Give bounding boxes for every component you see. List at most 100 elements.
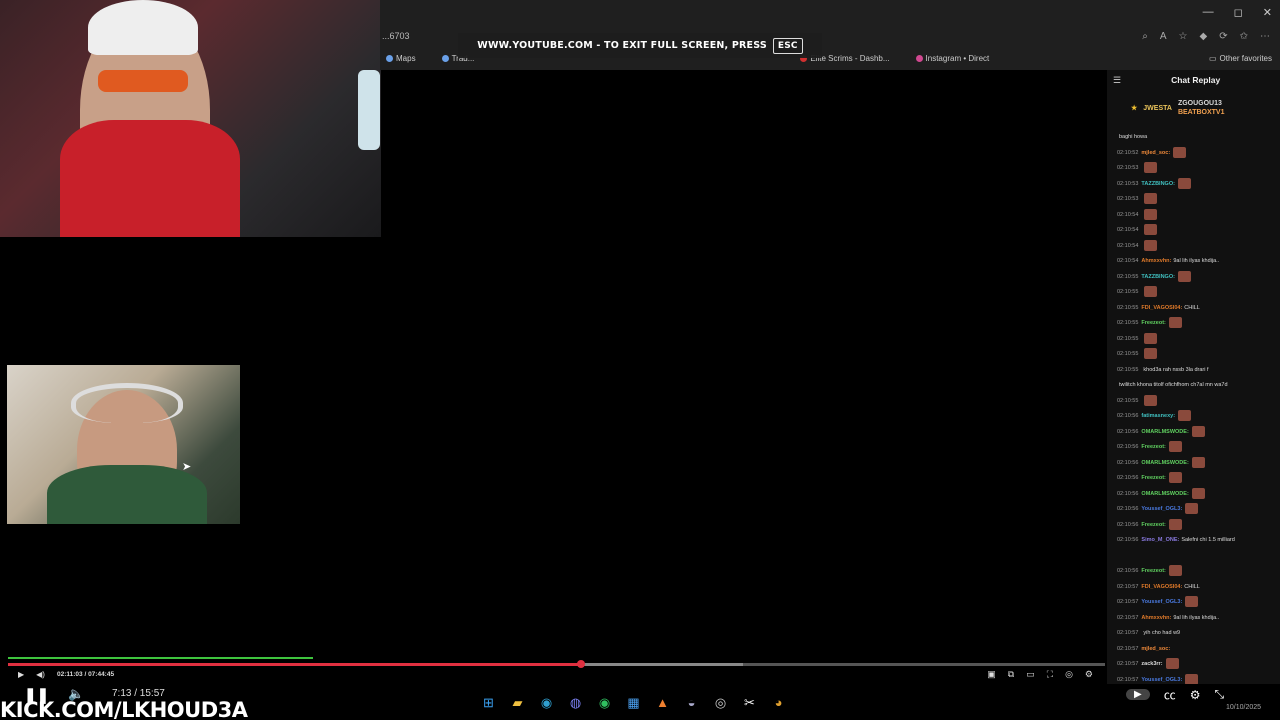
spotify-icon[interactable]: ◉ (596, 694, 613, 711)
chat-username[interactable]: zack3rr: (1141, 661, 1162, 667)
steam-icon[interactable]: ◒ (683, 694, 700, 711)
secondary-progress-bar (8, 657, 313, 659)
chat-username[interactable]: mjled_soc: (1141, 150, 1170, 156)
chat-username[interactable]: OMARLMSWODE: (1141, 491, 1188, 497)
chat-message: 02:10:52 mjled_soc: (1117, 146, 1280, 162)
chat-username[interactable]: Freezeot: (1141, 475, 1165, 481)
search-icon[interactable]: ⌕ (1142, 31, 1148, 42)
chat-username[interactable]: Ahmxxvhn: (1141, 258, 1171, 264)
maximize-icon[interactable]: ◻ (1234, 6, 1243, 19)
chat-emote-icon (1168, 441, 1182, 453)
close-icon[interactable]: ✕ (1263, 6, 1272, 19)
other-favorites[interactable]: ▭ Other favorites (1209, 54, 1280, 63)
chat-username[interactable]: OMARLMSWODE: (1141, 460, 1188, 466)
settings-gear-icon[interactable]: ⚙ (1085, 669, 1093, 680)
minimize-icon[interactable]: — (1203, 6, 1214, 18)
chat-message: 02:10:54 Ahmxxvhn: 9al lih ilyas khdija.. (1117, 254, 1280, 270)
chat-emote-icon (1168, 317, 1182, 329)
green-shirt (47, 465, 207, 524)
chat-emote-icon (1185, 596, 1199, 608)
chat-username[interactable]: Youssef_OGL3: (1141, 677, 1182, 683)
tray-settings-icon[interactable]: ⚙ (1190, 688, 1201, 702)
more-icon[interactable]: ⋯ (1260, 31, 1270, 42)
extension-icon[interactable]: ◆ (1200, 31, 1208, 42)
file-explorer-icon[interactable]: ▰ (509, 694, 526, 711)
pip-icon[interactable]: ⧉ (1008, 669, 1014, 680)
chat-username[interactable]: Youssef_OGL3: (1141, 599, 1182, 605)
chat-emote-icon (1191, 425, 1205, 437)
chat-message (1117, 549, 1280, 565)
play-icon[interactable]: ▶ (18, 670, 24, 679)
chat-username[interactable]: OMARLMSWODE: (1141, 429, 1188, 435)
chat-username[interactable]: Simo_M_ONE: (1141, 537, 1179, 543)
captions-icon[interactable]: ㏄ (1164, 686, 1176, 703)
chat-message: 02:10:55 Freezeot: (1117, 316, 1280, 332)
seek-bar-played[interactable] (8, 663, 581, 666)
chat-message: 02:10:56 Freezeot: (1117, 564, 1280, 580)
chat-message: 02:10:56 Simo_M_ONE: Salefni chi 1.5 milli… (1117, 533, 1280, 549)
chat-timestamp: 02:10:56 (1117, 428, 1139, 435)
chat-username[interactable]: mjled_soc: (1141, 646, 1170, 652)
system-date: 10/10/2025 (1226, 704, 1262, 711)
chat-username[interactable]: FDI_VAGOSI04: (1141, 305, 1182, 311)
chat-username[interactable]: Freezeot: (1141, 522, 1165, 528)
refresh-icon[interactable]: ⟳ (1219, 31, 1227, 42)
read-aloud-icon[interactable]: A (1160, 31, 1167, 42)
obs-icon[interactable]: ◎ (712, 694, 729, 711)
chat-username[interactable]: Freezeot: (1141, 568, 1165, 574)
chat-username[interactable]: FDI_VAGOSI04: (1141, 584, 1182, 590)
chat-timestamp: 02:10:56 (1117, 568, 1139, 574)
chat-username[interactable]: fatimasnexy: (1141, 413, 1175, 419)
chat-emote-icon (1144, 239, 1158, 251)
windows-start-icon[interactable]: ⊞ (480, 694, 497, 711)
chat-username[interactable]: TAZZBINGO: (1141, 181, 1175, 187)
chat-timestamp: 02:10:56 (1117, 490, 1139, 497)
chrome-icon[interactable]: ◕ (770, 694, 787, 711)
chat-menu-icon[interactable]: ☰ (1113, 75, 1121, 86)
chat-timestamp: 02:10:57 (1117, 583, 1139, 590)
chat-message: baghi howa (1117, 130, 1280, 146)
store-icon[interactable]: ▦ (625, 694, 642, 711)
discord-icon[interactable]: ◍ (567, 694, 584, 711)
clip-icon[interactable]: ◎ (1065, 669, 1073, 680)
chat-username[interactable]: Ahmxxvhn: (1141, 615, 1171, 621)
chat-message: 02:10:57 Youssef_OGL3: (1117, 595, 1280, 611)
chat-text: 9al lih ilyas khdija.. (1173, 614, 1220, 621)
leader-third: BEATBOXTV1 (1177, 109, 1225, 116)
chat-emote-icon (1144, 332, 1158, 344)
chat-username[interactable]: Freezeot: (1141, 444, 1165, 450)
favorites-icon[interactable]: ✩ (1240, 31, 1248, 42)
chat-replay-panel: ☰ Chat Replay ★ JWESTA ZGOUGOU13 BEATBOX… (1107, 70, 1280, 685)
volume-icon[interactable]: ◀) (36, 670, 45, 679)
star-icon[interactable]: ☆ (1179, 31, 1188, 42)
play-pill-icon[interactable]: ▶ (1126, 689, 1150, 700)
chat-timestamp: 02:10:53 (1117, 180, 1139, 187)
chat-text: baghi howa (1119, 134, 1148, 140)
chat-message: 02:10:54 (1117, 239, 1280, 255)
chat-emote-icon (1178, 410, 1192, 422)
app-icon[interactable]: ▲ (654, 694, 671, 711)
chat-timestamp: 02:10:57 (1117, 676, 1139, 683)
chat-timestamp: 02:10:57 (1117, 599, 1139, 605)
theater-icon[interactable]: ▭ (1026, 669, 1035, 680)
capcut-icon[interactable]: ✂ (741, 694, 758, 711)
chat-header: ☰ Chat Replay (1107, 70, 1280, 90)
chat-emote-icon (1144, 394, 1158, 406)
bookmark-instagram[interactable]: Instagram • Direct (915, 53, 990, 63)
exit-fullscreen-icon[interactable]: ⤡ (1214, 687, 1224, 702)
chat-username[interactable]: Freezeot: (1141, 320, 1165, 326)
chat-message: 02:10:56 Youssef_OGL3: (1117, 502, 1280, 518)
map-pin-icon (386, 54, 393, 62)
chat-message-list: baghi howa 02:10:52 mjled_soc: 02:10:53 02:1… (1107, 126, 1280, 685)
fullscreen-icon[interactable]: ⛶ (1047, 669, 1053, 680)
chat-timestamp: 02:10:55 (1117, 351, 1139, 357)
miniplayer-icon[interactable]: ▣ (987, 669, 996, 680)
bookmark-label: Instagram • Direct (925, 53, 990, 63)
edge-icon[interactable]: ◉ (538, 694, 555, 711)
windows-taskbar: ⊞ ▰ ◉ ◍ ◉ ▦ ▲ ◒ ◎ ✂ ◕ (480, 694, 787, 711)
chat-message: twilitch khona titolf ofichfhom ch7al mn… (1117, 378, 1280, 394)
chat-username[interactable]: Youssef_OGL3: (1141, 506, 1182, 512)
bookmark-maps[interactable]: Maps (386, 54, 416, 63)
chat-message: 02:10:55 (1117, 394, 1280, 410)
chat-username[interactable]: TAZZBINGO: (1141, 274, 1175, 280)
